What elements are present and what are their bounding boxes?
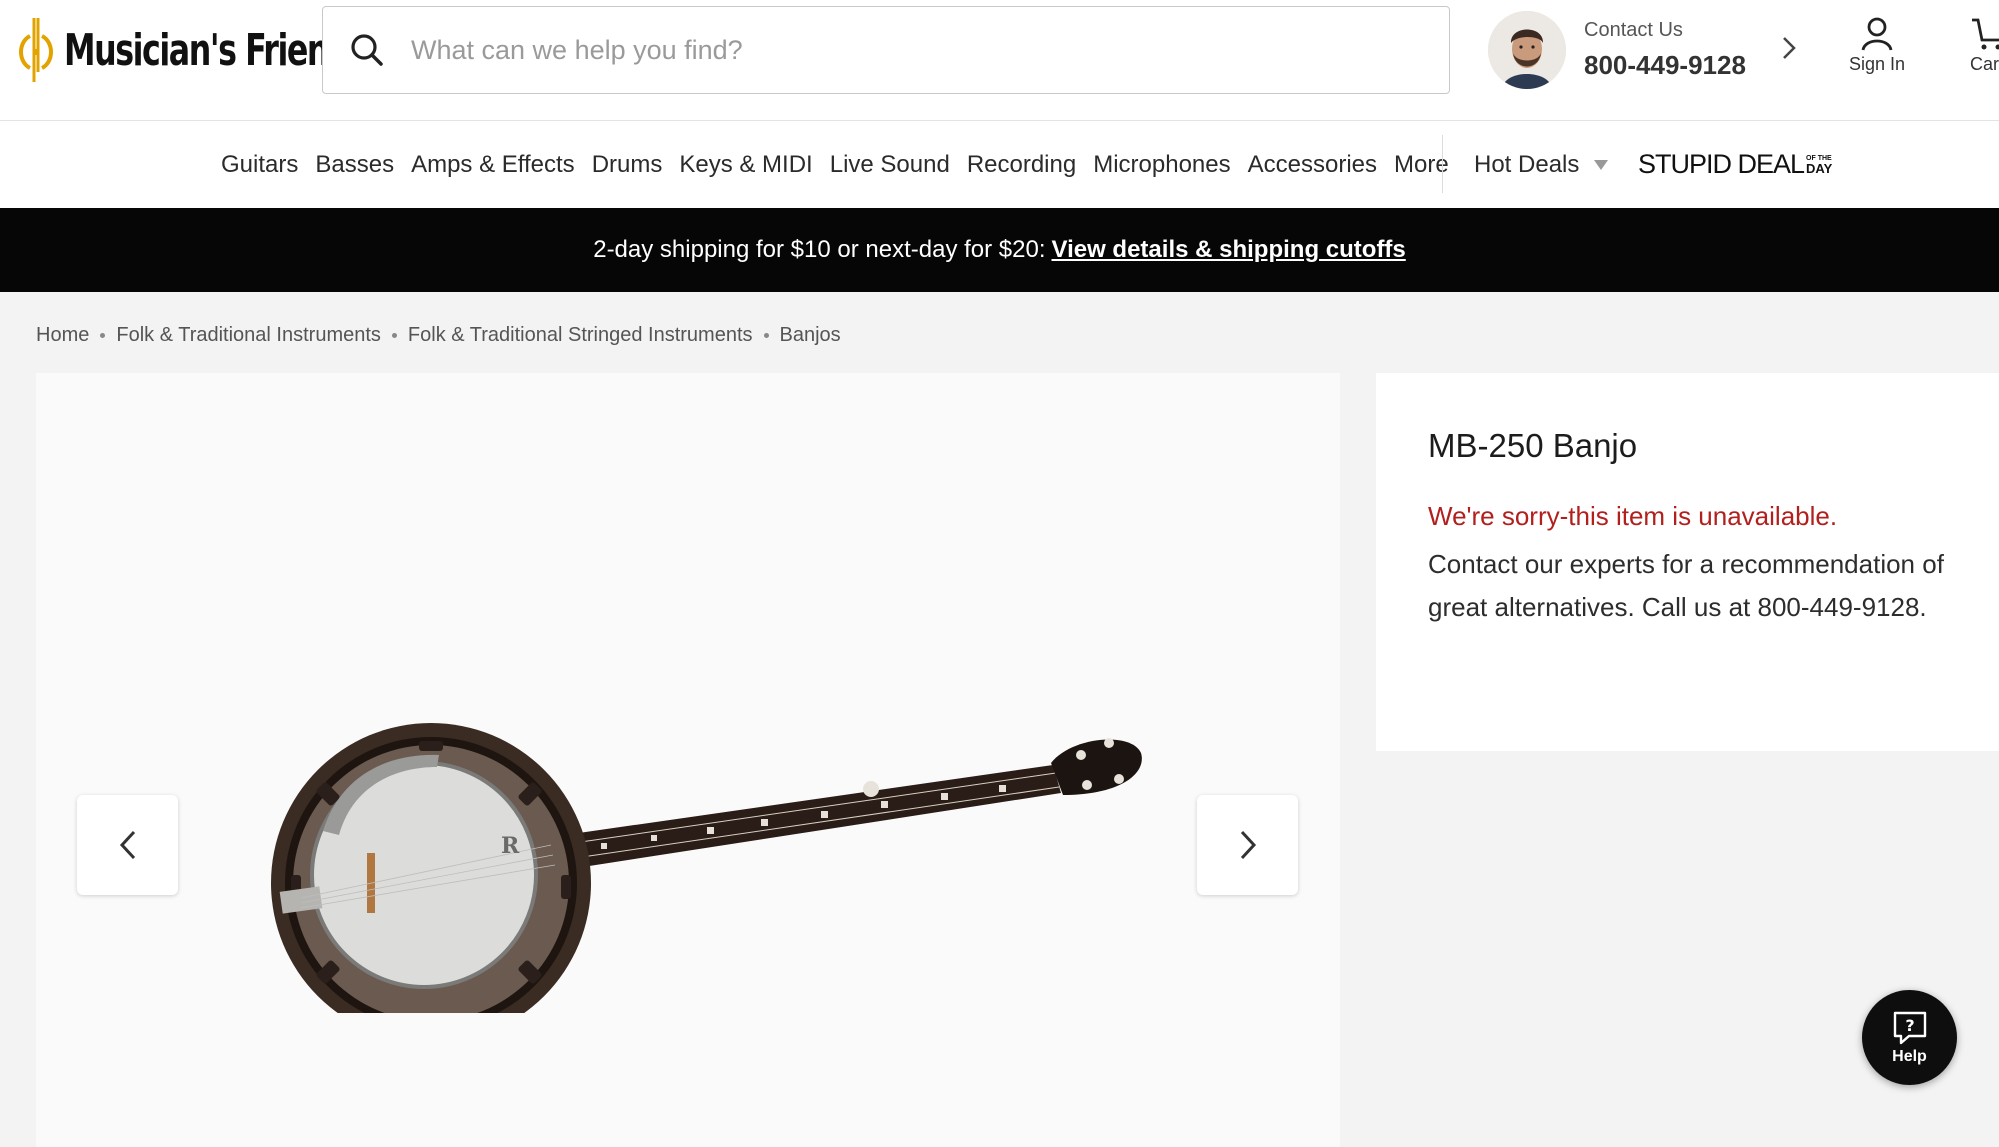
chevron-right-icon [1240,830,1256,860]
shipping-details-link[interactable]: View details & shipping cutoffs [1052,236,1406,264]
sign-in-label: Sign In [1848,54,1906,74]
breadcrumb-item[interactable]: Folk & Traditional Stringed Instruments [408,324,753,347]
expert-avatar [1488,11,1566,89]
svg-text:R: R [501,833,520,859]
svg-text:?: ? [1905,1016,1914,1035]
search-icon[interactable] [347,30,387,70]
breadcrumb-item[interactable]: Home [36,324,89,347]
contact-phone[interactable]: 800-449-9128 [1584,50,1746,81]
nav-item-more[interactable]: More [1394,151,1449,179]
hot-deals-menu[interactable]: Hot Deals [1474,121,1609,208]
unavailable-notice: We're sorry-this item is unavailable. [1428,501,1838,531]
nav-item-microphones[interactable]: Microphones [1093,151,1230,179]
nav-item-amps-effects[interactable]: Amps & Effects [411,151,575,179]
main-nav: Guitars Basses Amps & Effects Drums Keys & M… [0,121,1999,208]
breadcrumb-item[interactable]: Banjos [780,324,841,347]
hot-deals-label: Hot Deals [1474,150,1580,178]
caret-down-icon [1594,159,1609,170]
contact-us[interactable]: Contact Us 800-449-9128 [1488,10,1818,90]
nav-item-accessories[interactable]: Accessories [1248,151,1377,179]
breadcrumb-separator [763,332,769,338]
nav-item-keys-midi[interactable]: Keys & MIDI [679,151,812,179]
cart-label: Cart [1970,54,1999,74]
contact-message: Contact our experts for a recommendation… [1428,549,1944,622]
help-chat-icon: ? [1893,1011,1926,1044]
gallery-next-button[interactable] [1197,795,1298,895]
nav-items: Guitars Basses Amps & Effects Drums Keys & M… [221,121,1466,208]
search-input[interactable] [411,34,1411,66]
logo-text: Musician's Friend [64,24,351,76]
stupid-deal-day: DAY [1806,160,1833,176]
nav-item-live-sound[interactable]: Live Sound [830,151,950,179]
chevron-left-icon [119,830,135,860]
site-header: Musician's Friend Contact Us 800-449-912… [0,0,1999,121]
nav-item-drums[interactable]: Drums [592,151,663,179]
user-icon [1861,17,1893,51]
breadcrumb: Home Folk & Traditional Instruments Folk &… [36,320,841,350]
breadcrumb-separator [100,332,106,338]
cart-icon [1972,18,1999,50]
logo-mark-icon [19,18,53,82]
sign-in-button[interactable]: Sign In [1842,16,1912,75]
chevron-right-icon[interactable] [1780,34,1798,62]
shipping-text: 2-day shipping for $10 or next-day for $… [593,236,1046,263]
nav-item-recording[interactable]: Recording [967,151,1076,179]
cart-button[interactable]: Cart [1970,16,1999,75]
breadcrumb-separator [391,332,397,338]
stupid-deal-label: STUPID DEAL [1638,149,1805,179]
shipping-banner: 2-day shipping for $10 or next-day for $… [0,208,1999,292]
product-info-panel: MB-250 Banjo We're sorry-this item is un… [1376,373,1999,751]
help-label: Help [1892,1047,1927,1065]
stupid-deal-of-the-day[interactable]: STUPID DEAL OF THE DAY [1638,121,1832,208]
help-button[interactable]: ? Help [1862,990,1957,1085]
breadcrumb-item[interactable]: Folk & Traditional Instruments [116,324,381,347]
product-gallery: R [36,373,1340,1147]
nav-item-guitars[interactable]: Guitars [221,151,298,179]
nav-divider [1442,135,1443,193]
nav-item-basses[interactable]: Basses [315,151,394,179]
gallery-prev-button[interactable] [77,795,178,895]
product-title: MB-250 Banjo [1428,427,1638,464]
product-image[interactable]: R [261,693,1161,1013]
search-bar[interactable] [322,6,1450,94]
contact-label: Contact Us [1584,19,1683,41]
